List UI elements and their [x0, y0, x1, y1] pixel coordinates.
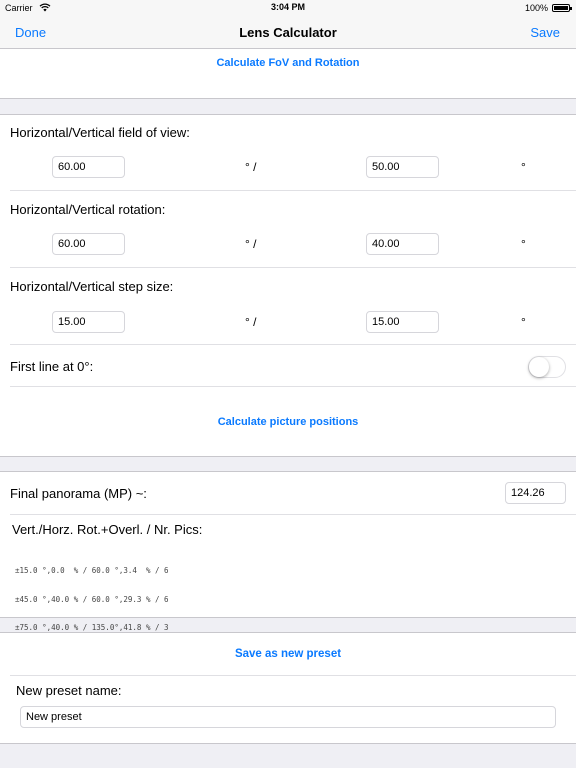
rotation-vertical-input[interactable]: 40.00 — [366, 233, 439, 255]
step-horizontal-input[interactable]: 15.00 — [52, 311, 125, 333]
section-divider — [0, 456, 576, 457]
rotation-label: Horizontal/Vertical rotation: — [10, 202, 166, 217]
calculate-positions-button[interactable]: Calculate picture positions — [0, 416, 576, 428]
degree-separator: ° / — [245, 160, 257, 174]
result-line: ±15.0 °,0.0 % / 60.0 °,3.4 % / 6 — [15, 566, 169, 575]
calculate-fov-button[interactable]: Calculate FoV and Rotation — [0, 57, 576, 69]
step-vertical-input[interactable]: 15.00 — [366, 311, 439, 333]
row-divider — [10, 267, 576, 268]
calculate-fov-section: Calculate FoV and Rotation — [0, 49, 576, 99]
preset-name-input[interactable]: New preset — [20, 706, 556, 728]
battery-icon — [552, 4, 572, 12]
degree-unit: ° — [521, 237, 526, 251]
status-bar: Carrier 3:04 PM 100% — [0, 0, 576, 16]
degree-unit: ° — [521, 160, 526, 174]
row-divider — [10, 190, 576, 191]
results-header: Vert./Horz. Rot.+Overl. / Nr. Pics: — [12, 522, 203, 537]
degree-separator: ° / — [245, 315, 257, 329]
first-line-label: First line at 0°: — [10, 359, 94, 374]
panorama-label: Final panorama (MP) ~: — [10, 486, 147, 501]
row-divider — [10, 514, 576, 515]
first-line-toggle[interactable] — [528, 356, 566, 378]
fov-label: Horizontal/Vertical field of view: — [10, 125, 190, 140]
save-button[interactable]: Save — [530, 25, 560, 40]
step-label: Horizontal/Vertical step size: — [10, 279, 174, 294]
result-line: ±45.0 °,40.0 % / 60.0 °,29.3 % / 6 — [15, 594, 169, 604]
row-divider — [10, 386, 576, 387]
toggle-knob — [529, 357, 549, 377]
results-text: ±15.0 °,0.0 % / 60.0 °,3.4 % / 6 ±45.0 °… — [15, 547, 169, 642]
section-divider — [0, 98, 576, 99]
parameters-section: Horizontal/Vertical field of view: 60.00… — [0, 115, 576, 456]
row-divider — [10, 344, 576, 345]
status-time: 3:04 PM — [270, 2, 305, 12]
battery-percentage: 100% — [524, 3, 548, 13]
rotation-horizontal-input[interactable]: 60.00 — [52, 233, 125, 255]
preset-name-label: New preset name: — [16, 683, 122, 698]
fov-horizontal-input[interactable]: 60.00 — [52, 156, 125, 178]
save-preset-button[interactable]: Save as new preset — [0, 648, 576, 660]
degree-separator: ° / — [245, 237, 257, 251]
row-divider — [10, 675, 576, 676]
section-divider — [0, 743, 576, 744]
degree-unit: ° — [521, 315, 526, 329]
page-title: Lens Calculator — [239, 25, 337, 40]
navigation-bar: Done Lens Calculator Save — [0, 16, 576, 49]
preset-section: Save as new preset New preset name: New … — [0, 633, 576, 743]
section-divider — [0, 617, 576, 618]
panorama-value-field[interactable]: 124.26 — [505, 482, 566, 504]
fov-vertical-input[interactable]: 50.00 — [366, 156, 439, 178]
